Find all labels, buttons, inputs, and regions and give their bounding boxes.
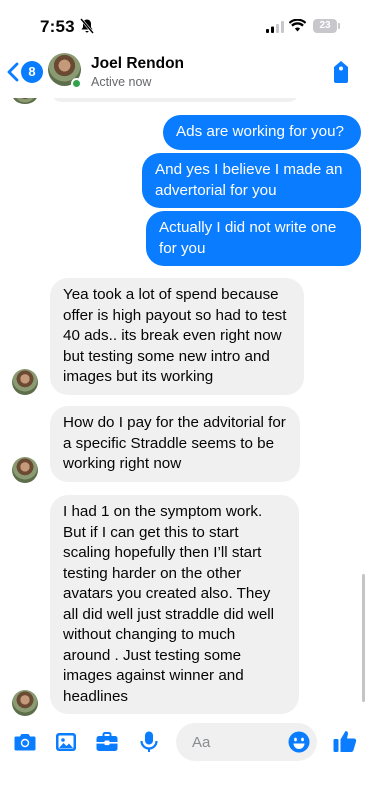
emoji-icon[interactable]	[288, 731, 310, 753]
wifi-icon	[289, 19, 306, 32]
contact-name[interactable]: Joel Rendon	[91, 55, 184, 73]
avatar	[12, 98, 38, 104]
message-text: Actually I did not write one for you	[159, 219, 337, 257]
chat-header: 8 Joel Rendon Active now	[0, 48, 369, 98]
unread-badge: 8	[21, 61, 43, 83]
online-indicator	[71, 78, 82, 89]
message-outgoing[interactable]: Ads are working for you?	[163, 115, 361, 150]
tag-icon[interactable]	[331, 60, 351, 84]
gallery-icon[interactable]	[54, 730, 78, 754]
bell-off-icon	[80, 18, 94, 34]
avatar	[12, 369, 38, 395]
message-input-field[interactable]	[176, 723, 317, 761]
message-text: Ads are working for you?	[176, 123, 344, 140]
message-text: And yes I believe I made an advertorial …	[155, 161, 343, 199]
previous-message-edge	[50, 98, 300, 102]
avatar	[12, 690, 38, 716]
status-bar: 7:53 23	[0, 0, 369, 48]
toolbox-icon[interactable]	[95, 730, 119, 754]
message-thread[interactable]: Ads are working for you? And yes I belie…	[0, 98, 369, 716]
camera-icon[interactable]	[13, 730, 37, 754]
message-input[interactable]	[192, 723, 282, 761]
scrollbar[interactable]	[362, 574, 365, 702]
avatar	[12, 457, 38, 483]
microphone-icon[interactable]	[137, 730, 161, 754]
back-chevron-icon	[7, 62, 19, 82]
status-time: 7:53	[40, 17, 75, 36]
message-incoming[interactable]: How do I pay for the advitorial for a sp…	[50, 406, 300, 482]
signal-icon	[266, 21, 284, 33]
message-text: How do I pay for the advitorial for a sp…	[63, 414, 286, 472]
message-text: Yea took a lot of spend because offer is…	[63, 286, 287, 385]
message-outgoing[interactable]: And yes I believe I made an advertorial …	[142, 153, 361, 208]
message-incoming[interactable]: Yea took a lot of spend because offer is…	[50, 278, 304, 395]
thumbs-up-icon[interactable]	[332, 728, 358, 754]
message-incoming[interactable]: I had 1 on the symptom work. But if I ca…	[50, 495, 299, 714]
contact-status: Active now	[91, 75, 152, 89]
message-outgoing[interactable]: Actually I did not write one for you	[146, 211, 361, 266]
battery-tip	[338, 23, 340, 29]
battery-icon: 23	[313, 19, 340, 33]
back-button[interactable]: 8	[6, 60, 43, 84]
battery-level: 23	[313, 19, 337, 33]
message-composer	[0, 716, 369, 768]
home-indicator	[118, 786, 252, 791]
message-text: I had 1 on the symptom work. But if I ca…	[63, 503, 275, 705]
